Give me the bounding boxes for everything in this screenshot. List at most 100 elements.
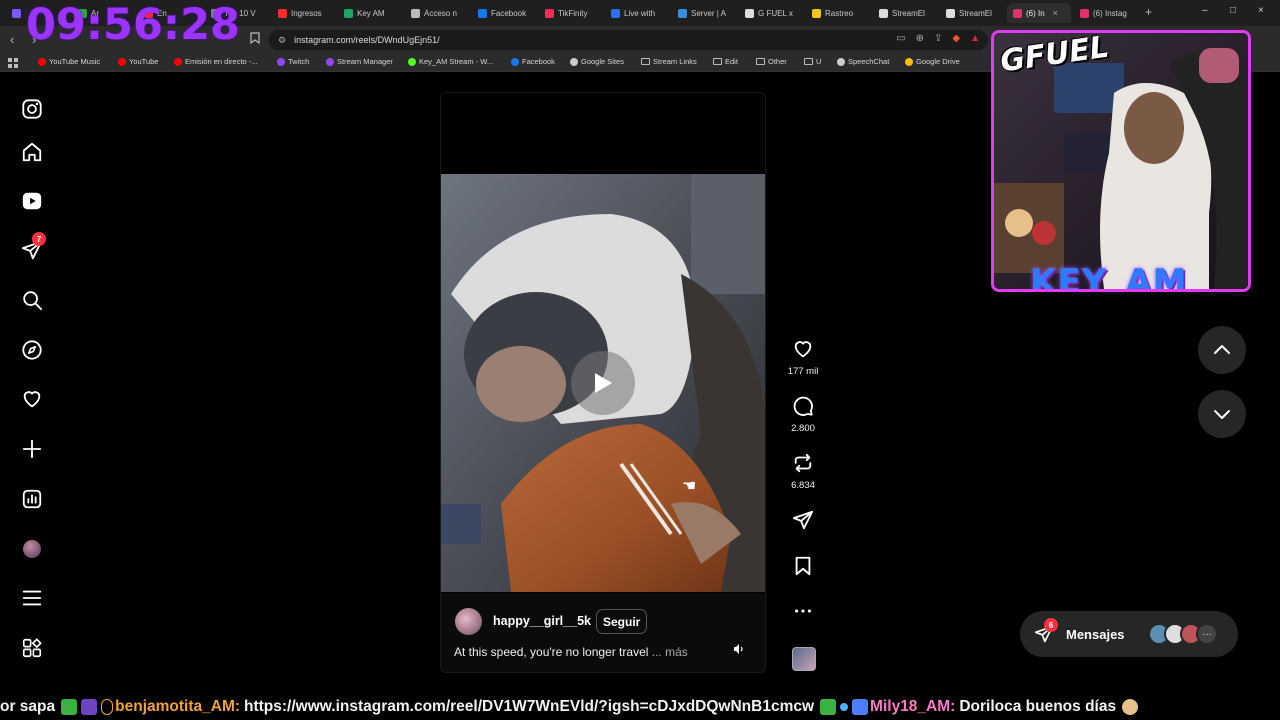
share-icon[interactable]: ⇪ — [934, 33, 942, 44]
tab-favicon-icon — [1080, 8, 1089, 18]
close-tab-icon[interactable]: × — [1053, 8, 1058, 18]
bookmark-item[interactable]: YouTube — [118, 57, 158, 66]
bookmark-item[interactable]: Google Drive — [905, 57, 960, 66]
bookmark-item[interactable]: YouTube Music — [38, 57, 100, 66]
browser-tab[interactable]: Rastreo — [806, 3, 870, 23]
bookmark-label: U — [816, 57, 822, 66]
browser-tab[interactable]: Key AM — [338, 3, 402, 23]
bookmark-label: Other — [768, 57, 787, 66]
bookmark-item[interactable]: U — [804, 57, 821, 66]
bookmark-item[interactable]: Stream Manager — [326, 57, 393, 66]
tab-label: Live with — [624, 8, 656, 18]
bookmark-item[interactable]: Twitch — [277, 57, 309, 66]
profile-avatar[interactable] — [20, 537, 44, 561]
messages-paper-plane-icon: 6 — [1034, 618, 1058, 644]
bookmark-item[interactable]: Other — [756, 57, 787, 66]
browser-tab[interactable]: StreamEl — [940, 3, 1004, 23]
browser-tab[interactable]: StreamEl — [873, 3, 937, 23]
bookmark-label: YouTube — [129, 57, 159, 66]
comment-action[interactable]: 2.800 — [783, 395, 823, 434]
bookmark-item[interactable]: Edit — [713, 57, 738, 66]
explore-icon[interactable] — [20, 338, 44, 362]
next-reel-button[interactable] — [1198, 390, 1246, 438]
repost-count: 6.834 — [791, 480, 815, 491]
notifications-badge: 7 — [32, 232, 46, 246]
more-apps-icon[interactable] — [20, 636, 44, 660]
maximize-icon[interactable]: □ — [1230, 5, 1236, 16]
more-options-action[interactable] — [783, 600, 823, 622]
bookmark-item[interactable]: Emisión en directo -... — [174, 57, 258, 66]
previous-reel-button[interactable] — [1198, 326, 1246, 374]
brave-shield-icon[interactable]: ◆ — [952, 33, 960, 44]
save-bookmark-icon[interactable] — [792, 555, 814, 577]
bookmark-favicon-icon — [837, 57, 845, 66]
close-window-icon[interactable]: × — [1258, 5, 1264, 16]
direct-messages-icon[interactable]: 7 — [20, 232, 46, 262]
tab-favicon-icon — [879, 8, 888, 18]
new-tab-icon[interactable]: + — [1145, 5, 1152, 19]
repost-icon[interactable] — [792, 452, 814, 474]
repost-action[interactable]: 6.834 — [783, 452, 823, 491]
dashboard-icon[interactable] — [20, 487, 44, 511]
bookmark-favicon-icon — [118, 57, 126, 66]
bookmark-item[interactable]: Facebook — [511, 57, 555, 66]
bookmark-item[interactable]: Key_AM Stream - W... — [408, 57, 493, 66]
zoom-icon[interactable]: ⊕ — [916, 33, 924, 44]
browser-tab[interactable]: Acceso n — [405, 3, 469, 23]
more-dots-icon[interactable] — [792, 600, 814, 622]
browser-tab[interactable]: Server | A — [672, 3, 736, 23]
url-text: instagram.com/reels/DWndUgEjn51/ — [294, 35, 440, 45]
tab-label: StreamEl — [959, 8, 992, 18]
notifications-heart-icon[interactable] — [20, 387, 44, 411]
back-icon[interactable]: ‹ — [10, 32, 14, 47]
like-action[interactable]: 177 mil — [783, 338, 823, 377]
browser-tab[interactable]: (6) In × — [1007, 3, 1071, 23]
tab-favicon-icon — [611, 8, 620, 18]
share-paper-plane-icon[interactable] — [792, 509, 814, 531]
minimize-icon[interactable]: – — [1202, 5, 1208, 16]
bookmark-item[interactable]: Google Sites — [570, 57, 624, 66]
bookmark-item[interactable]: SpeechChat — [837, 57, 889, 66]
brave-rewards-icon[interactable]: ▲ — [970, 33, 980, 44]
author-username[interactable]: happy__girl__5k — [493, 614, 591, 628]
url-field[interactable]: ⚙ instagram.com/reels/DWndUgEjn51/ ▭ ⊕ ⇪… — [268, 30, 988, 50]
save-action[interactable] — [783, 555, 823, 577]
messages-button[interactable]: 6 Mensajes ··· — [1020, 611, 1238, 657]
reels-icon[interactable] — [20, 189, 44, 213]
browser-tab[interactable]: Facebook — [472, 3, 536, 23]
search-icon[interactable] — [20, 288, 44, 312]
home-icon[interactable] — [20, 140, 44, 164]
tab-label: (6) In — [1026, 8, 1045, 18]
like-count: 177 mil — [787, 366, 819, 377]
hand-cursor-icon: ☚ — [682, 478, 697, 495]
bookmark-item[interactable]: Stream Links — [641, 57, 697, 66]
reel-player[interactable]: happy__girl__5k Seguir At this speed, yo… — [440, 92, 766, 673]
share-action[interactable] — [783, 509, 823, 531]
like-heart-icon[interactable] — [792, 338, 814, 360]
bookmark-label: SpeechChat — [848, 57, 890, 66]
cast-icon[interactable]: ▭ — [896, 33, 905, 44]
follow-button[interactable]: Seguir — [596, 609, 648, 634]
comment-icon[interactable] — [792, 395, 814, 417]
author-avatar[interactable] — [455, 608, 482, 635]
bookmark-label: Twitch — [288, 57, 310, 66]
sound-toggle-icon[interactable] — [729, 639, 749, 659]
browser-tab[interactable]: TikFinity — [539, 3, 603, 23]
instagram-logo-icon[interactable] — [20, 97, 44, 121]
site-settings-icon[interactable]: ⚙ — [278, 35, 286, 46]
message-avatars: ··· — [1148, 623, 1218, 645]
audio-thumbnail[interactable] — [792, 647, 816, 671]
folder-icon — [804, 58, 813, 65]
caption-more-link[interactable]: ... más — [652, 645, 688, 659]
menu-icon[interactable] — [20, 586, 44, 610]
streamer-name-logo: KEY_AM — [1030, 262, 1188, 292]
play-button[interactable] — [571, 351, 635, 415]
browser-tab[interactable]: (6) Instag — [1074, 3, 1138, 23]
browser-tab[interactable]: Ingresos — [272, 3, 336, 23]
folder-icon — [756, 58, 765, 65]
bookmark-page-icon[interactable] — [250, 32, 260, 47]
create-plus-icon[interactable] — [20, 437, 44, 461]
browser-tab[interactable]: Live with — [605, 3, 669, 23]
browser-tab[interactable]: G FUEL x — [739, 3, 803, 23]
apps-grid-icon[interactable] — [8, 58, 18, 71]
